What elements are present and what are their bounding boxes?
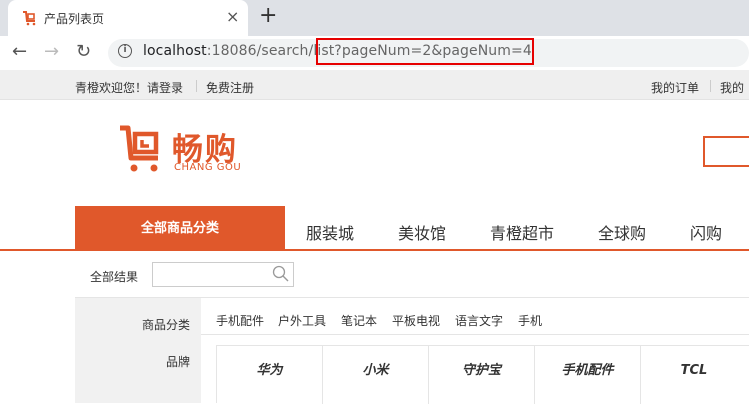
search-icon[interactable]: [272, 265, 290, 283]
my-orders-link[interactable]: 我的订单: [651, 79, 699, 96]
login-link[interactable]: 请登录: [147, 79, 183, 96]
brand-option[interactable]: 守护宝: [429, 346, 535, 404]
url-host: localhost: [143, 43, 207, 59]
category-filter-row: 手机配件 户外工具 笔记本 平板电视 语言文字 手机: [201, 298, 749, 335]
category-filter-label: 商品分类: [142, 318, 191, 332]
brand-option[interactable]: TCL: [641, 346, 747, 404]
category-option[interactable]: 手机: [518, 312, 542, 329]
cart-logo-icon[interactable]: [118, 124, 166, 174]
search-result-row: 全部结果: [0, 262, 749, 288]
reload-icon[interactable]: ↻: [76, 41, 91, 62]
nav-link[interactable]: 全球购: [598, 220, 646, 244]
brand-option[interactable]: 手机配件: [535, 346, 641, 404]
my-account-link[interactable]: 我的: [720, 79, 744, 96]
brand-filter-label: 品牌: [166, 355, 191, 369]
category-option[interactable]: 平板电视: [392, 312, 440, 329]
tab-title: 产品列表页: [44, 12, 105, 26]
all-categories-button[interactable]: 全部商品分类: [75, 206, 285, 251]
nav-link[interactable]: 美妆馆: [398, 220, 446, 244]
divider: [710, 80, 711, 92]
annotation-highlight-box: [316, 38, 534, 65]
browser-tab-strip: 产品列表页 × +: [0, 0, 749, 36]
category-option[interactable]: 笔记本: [341, 312, 377, 329]
register-link[interactable]: 免费注册: [206, 79, 254, 96]
category-option[interactable]: 户外工具: [278, 312, 326, 329]
logo-subtext: CHANG GOU: [174, 162, 242, 173]
brand-option[interactable]: 小米: [323, 346, 429, 404]
forward-arrow-icon[interactable]: →: [44, 41, 59, 62]
close-icon[interactable]: ×: [226, 7, 239, 26]
nav-link[interactable]: 青橙超市: [490, 220, 554, 244]
filter-labels-column: 商品分类 品牌: [75, 298, 201, 403]
nav-link[interactable]: 服装城: [306, 220, 354, 244]
brand-filter-grid: 华为 小米 守护宝 手机配件 TCL: [216, 345, 749, 404]
site-top-bar: 青橙欢迎您！ 请登录 免费注册 我的订单 我的: [0, 70, 749, 100]
site-logo-icon: [23, 11, 36, 26]
category-option[interactable]: 手机配件: [216, 312, 264, 329]
divider: [196, 80, 197, 92]
brand-option[interactable]: 华为: [217, 346, 323, 404]
category-option[interactable]: 语言文字: [455, 312, 503, 329]
nav-link[interactable]: 闪购: [690, 220, 722, 244]
plus-icon[interactable]: +: [259, 4, 277, 28]
header-search-input[interactable]: [703, 136, 749, 167]
welcome-text: 青橙欢迎您！: [75, 81, 148, 95]
all-results-label: 全部结果: [90, 270, 139, 284]
filter-panel: 商品分类 品牌 手机配件 户外工具 笔记本 平板电视 语言文字 手机 华为 小米…: [75, 297, 749, 404]
browser-tab[interactable]: 产品列表页 ×: [8, 0, 248, 36]
category-nav: 全部商品分类 服装城 美妆馆 青橙超市 全球购 闪购: [0, 206, 749, 251]
back-arrow-icon[interactable]: ←: [12, 41, 27, 62]
info-icon[interactable]: i: [118, 44, 132, 58]
